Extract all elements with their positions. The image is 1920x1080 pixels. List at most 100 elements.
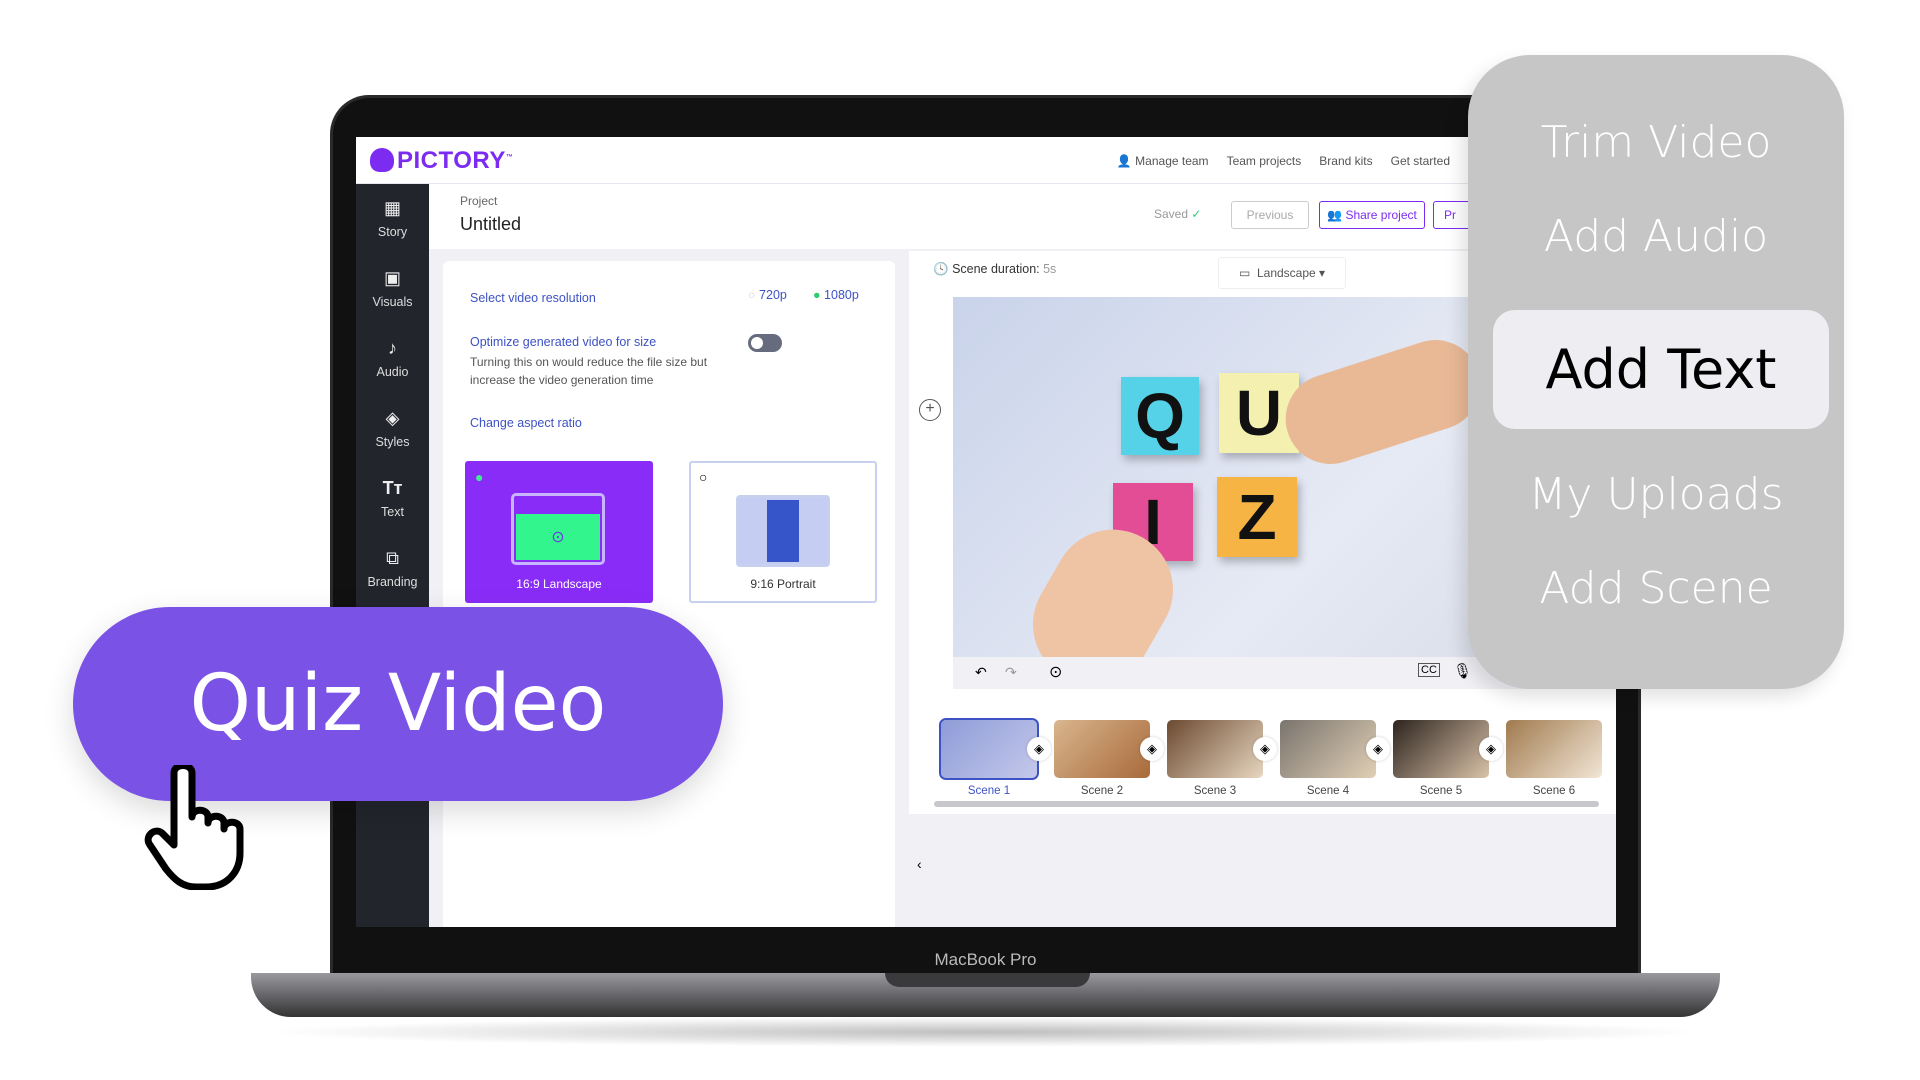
layout-dropdown[interactable]: ▭ Landscape ▾ (1218, 257, 1346, 289)
aspect-landscape-option[interactable]: ● ⊙ 16:9 Landscape (465, 461, 653, 603)
user-plus-icon: 👤 (1116, 154, 1136, 168)
previous-button[interactable]: Previous (1231, 201, 1309, 229)
layout-value: Landscape (1256, 266, 1316, 280)
scene-thumbnail[interactable] (1167, 720, 1263, 778)
hand-pointer-icon (144, 765, 244, 890)
menu-item-trim-video[interactable]: Trim Video (1468, 117, 1844, 168)
sidebar-item-story[interactable]: ▦ Story (356, 184, 429, 254)
top-header: PICTORY™ 👤 Manage team Team projects Bra… (356, 137, 1616, 184)
radio-720p[interactable]: ○ 720p (748, 288, 787, 302)
sidebar-item-text[interactable]: Tт Text (356, 464, 429, 534)
sticky-note-z: Z (1217, 477, 1297, 557)
saved-status: Saved ✓ (1154, 207, 1201, 221)
redo-icon[interactable]: ↷ (1005, 664, 1017, 681)
scene-label: Scene 1 (967, 785, 1011, 797)
portrait-frame (767, 500, 799, 562)
microphone-icon[interactable]: 🎙 (1453, 662, 1472, 680)
sidebar-item-audio[interactable]: ♪ Audio (356, 324, 429, 394)
transition-layers-icon[interactable]: ◈ (1140, 737, 1164, 761)
play-icon[interactable]: ⊙ (1049, 662, 1062, 682)
text-icon: Tт (382, 478, 403, 498)
pictory-logo[interactable]: PICTORY™ (370, 147, 513, 175)
image-icon: ▣ (383, 268, 401, 288)
play-icon: ⊙ (516, 514, 600, 560)
action-menu: Trim Video Add Audio Add Text My Uploads… (1468, 55, 1844, 689)
scene-scrollbar[interactable] (934, 801, 1599, 807)
brand-name: PICTORY (397, 147, 506, 174)
app-screen: PICTORY™ 👤 Manage team Team projects Bra… (356, 137, 1616, 927)
scene-label: Scene 4 (1306, 785, 1350, 797)
desc-line: Turning this on would reduce the file si… (470, 355, 708, 369)
sidebar-label: Styles (375, 435, 410, 449)
scene-duration: 🕓 Scene duration: 5s (933, 262, 1056, 277)
sidebar-label: Story (377, 225, 408, 239)
octopus-icon (370, 148, 394, 172)
settings-card: Select video resolution ○ 720p ● 1080p O… (443, 261, 895, 927)
landscape-illustration: ⊙ (511, 493, 605, 565)
transition-layers-icon[interactable]: ◈ (1366, 737, 1390, 761)
scene-thumbnail[interactable] (1280, 720, 1376, 778)
saved-label: Saved (1154, 207, 1189, 221)
sidebar-label: Audio (376, 365, 409, 379)
scene-thumbnail[interactable] (1393, 720, 1489, 778)
sidebar-item-visuals[interactable]: ▣ Visuals (356, 254, 429, 324)
scene-thumbnail[interactable] (939, 718, 1039, 780)
nav-team-projects[interactable]: Team projects (1227, 154, 1302, 168)
aspect-ratio-label: Change aspect ratio (470, 416, 582, 430)
device-label: MacBook Pro (934, 950, 1037, 969)
chevron-left-icon[interactable]: ‹ (917, 856, 922, 872)
landscape-icon: ▭ (1238, 266, 1257, 280)
scene-label: Scene 6 (1532, 785, 1576, 797)
share-project-button[interactable]: 👥 Share project (1319, 201, 1425, 229)
share-label: Share project (1345, 208, 1417, 222)
scene-label: Scene 3 (1193, 785, 1237, 797)
radio-1080p[interactable]: ● 1080p (813, 288, 859, 302)
transition-layers-icon[interactable]: ◈ (1027, 737, 1051, 761)
undo-icon[interactable]: ↶ (975, 664, 987, 681)
aspect-portrait-option[interactable]: ○ 9:16 Portrait (689, 461, 877, 603)
check-circle-icon: ✓ (1191, 207, 1202, 221)
scene-thumbnail[interactable] (1054, 720, 1150, 778)
chevron-down-icon: ▾ (1315, 266, 1326, 280)
duration-value[interactable]: 5s (1043, 262, 1056, 276)
breadcrumb: Project (460, 194, 498, 208)
optimize-label: Optimize generated video for size (470, 335, 657, 349)
transition-layers-icon[interactable]: ◈ (1253, 737, 1277, 761)
scene-label: Scene 5 (1419, 785, 1463, 797)
grid-icon: ▦ (383, 198, 401, 218)
scene-thumbnail[interactable] (1506, 720, 1602, 778)
scene-label: Scene 2 (1080, 785, 1124, 797)
aspect-label: 16:9 Landscape (516, 577, 602, 591)
sidebar-item-styles[interactable]: ◈ Styles (356, 394, 429, 464)
radio-label: 720p (759, 288, 787, 302)
menu-item-my-uploads[interactable]: My Uploads (1468, 469, 1844, 520)
trademark: ™ (505, 154, 514, 161)
sidebar-label: Branding (367, 575, 418, 589)
menu-item-add-audio[interactable]: Add Audio (1468, 211, 1844, 262)
transition-layers-icon[interactable]: ◈ (1479, 737, 1503, 761)
menu-item-add-scene[interactable]: Add Scene (1468, 563, 1844, 614)
optimize-toggle[interactable] (748, 334, 782, 352)
nav-label: Manage team (1135, 154, 1209, 168)
radio-label: 1080p (824, 288, 859, 302)
briefcase-icon: ⧉ (386, 548, 399, 568)
nav-brand-kits[interactable]: Brand kits (1319, 154, 1372, 168)
sidebar-item-branding[interactable]: ⧉ Branding (356, 534, 429, 604)
duration-label: Scene duration: (952, 262, 1040, 276)
menu-item-add-text[interactable]: Add Text (1493, 310, 1829, 429)
project-title[interactable]: Untitled (460, 214, 521, 235)
project-header: Project Untitled Saved ✓ Previous 👥 Shar… (429, 184, 1616, 249)
toggle-knob (751, 337, 763, 349)
radio-empty-icon: ○ (748, 288, 756, 302)
sidebar-label: Text (381, 505, 404, 519)
music-icon: ♪ (388, 338, 397, 358)
laptop-shadow (260, 1017, 1710, 1047)
add-scene-plus-icon[interactable]: + (919, 399, 941, 421)
resolution-label: Select video resolution (470, 291, 596, 305)
captions-icon[interactable]: CC (1418, 663, 1440, 677)
sidebar-label: Visuals (372, 295, 413, 309)
nav-manage-team[interactable]: 👤 Manage team (1117, 154, 1209, 168)
clock-icon: 🕓 (933, 262, 949, 276)
nav-get-started[interactable]: Get started (1391, 154, 1450, 168)
optimize-description: Turning this on would reduce the file si… (470, 353, 707, 389)
